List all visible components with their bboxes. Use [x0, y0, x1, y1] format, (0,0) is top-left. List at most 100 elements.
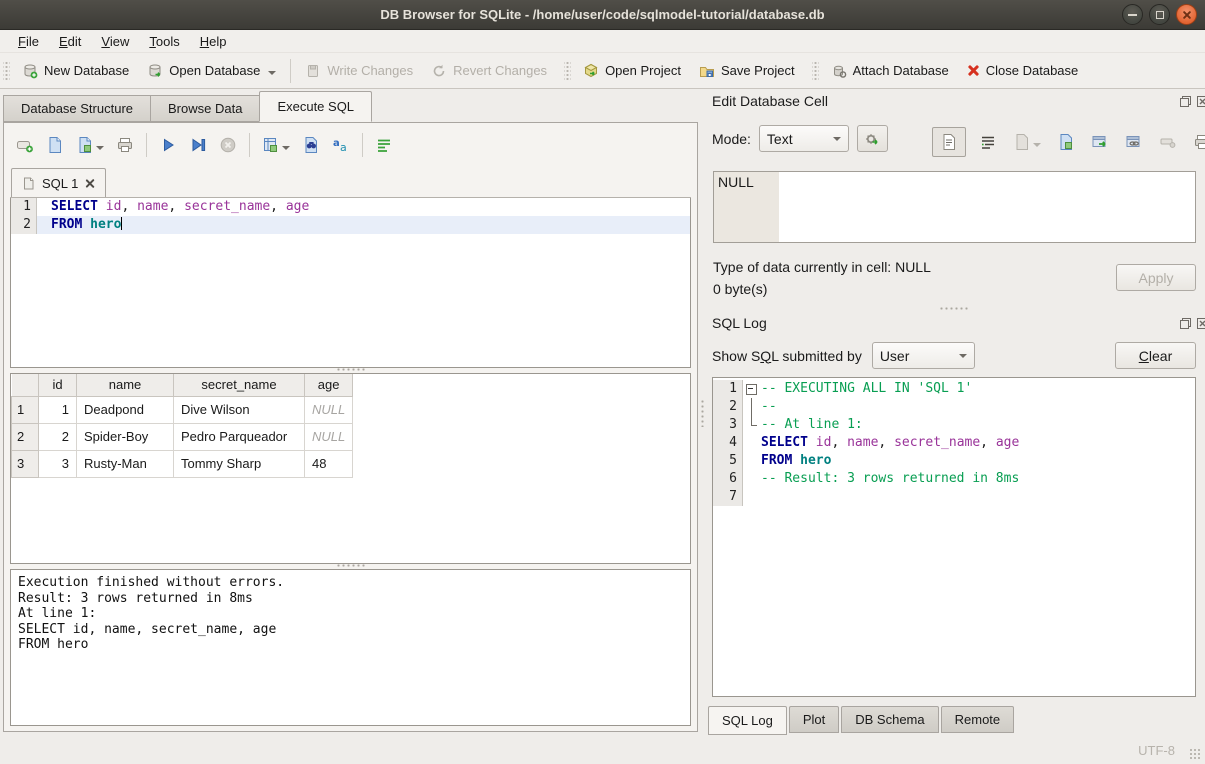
table-cell[interactable]: NULL	[305, 423, 353, 450]
save-project-label: Save Project	[721, 63, 795, 78]
save-project-button[interactable]: Save Project	[690, 58, 804, 84]
toolbar-grip[interactable]	[564, 60, 571, 82]
code-line[interactable]: 4SELECT id, name, secret_name, age	[713, 434, 1195, 452]
revert-changes-button[interactable]: Revert Changes	[422, 58, 556, 84]
menu-edit[interactable]: Edit	[50, 32, 90, 51]
save-sql-file-button[interactable]	[74, 134, 106, 156]
code-line[interactable]: 1SELECT id, name, secret_name, age	[11, 198, 690, 216]
column-header-age[interactable]: age	[305, 374, 353, 396]
row-header[interactable]: 2	[12, 423, 39, 450]
table-cell[interactable]: Rusty-Man	[77, 450, 174, 477]
open-project-button[interactable]: Open Project	[574, 58, 690, 84]
menu-file[interactable]: File	[9, 32, 48, 51]
mode-select[interactable]: Text	[759, 125, 849, 152]
resize-grip[interactable]	[1189, 748, 1202, 761]
code-line[interactable]: 1-- EXECUTING ALL IN 'SQL 1'	[713, 380, 1195, 398]
corner-header[interactable]	[12, 374, 39, 396]
word-wrap-button[interactable]	[373, 134, 395, 156]
sql-log-view[interactable]: 1-- EXECUTING ALL IN 'SQL 1'2--3-- At li…	[712, 377, 1196, 697]
sql-log-filter-select[interactable]: User	[872, 342, 975, 369]
close-panel-icon[interactable]	[1196, 95, 1205, 108]
sql-editor[interactable]: 1SELECT id, name, secret_name, age2FROM …	[10, 198, 691, 368]
execute-all-button[interactable]	[157, 134, 179, 156]
new-database-button[interactable]: New Database	[13, 58, 138, 84]
float-panel-icon[interactable]	[1179, 317, 1192, 330]
float-panel-icon[interactable]	[1179, 95, 1192, 108]
code-line[interactable]: 5FROM hero	[713, 452, 1195, 470]
write-changes-button[interactable]: Write Changes	[296, 58, 422, 84]
tab-sql-log[interactable]: SQL Log	[708, 706, 787, 735]
print-cell-button[interactable]	[1190, 130, 1205, 154]
code-line[interactable]: 2FROM hero	[11, 216, 690, 234]
print-button[interactable]	[114, 134, 136, 156]
open-external-button[interactable]	[1088, 130, 1112, 154]
close-database-button[interactable]: Close Database	[958, 58, 1088, 83]
new-sql-tab-button[interactable]	[14, 134, 36, 156]
open-database-button[interactable]: Open Database	[138, 58, 285, 84]
column-header-secret-name[interactable]: secret_name	[174, 374, 305, 396]
tab-plot[interactable]: Plot	[789, 706, 839, 733]
horizontal-splitter[interactable]	[712, 306, 1196, 311]
cell-value-editor[interactable]: NULL	[713, 171, 1196, 243]
horizontal-splitter[interactable]	[4, 563, 697, 568]
maximize-button[interactable]	[1149, 4, 1170, 25]
table-cell[interactable]: NULL	[305, 396, 353, 423]
chevron-down-icon[interactable]	[268, 71, 276, 75]
apply-button[interactable]: Apply	[1116, 264, 1196, 291]
table-cell[interactable]: Deadpond	[77, 396, 174, 423]
tab-db-schema[interactable]: DB Schema	[841, 706, 938, 733]
horizontal-splitter[interactable]	[4, 367, 697, 372]
export-cell-button[interactable]	[1054, 130, 1078, 154]
menu-help[interactable]: Help	[191, 32, 236, 51]
word-wrap-cell-button[interactable]	[976, 130, 1000, 154]
table-cell[interactable]: 48	[305, 450, 353, 477]
execution-message-area[interactable]: Execution finished without errors. Resul…	[10, 569, 691, 726]
format-sql-button[interactable]: aa	[330, 134, 352, 156]
table-cell[interactable]: Dive Wilson	[174, 396, 305, 423]
fold-marker[interactable]	[743, 380, 759, 398]
column-header-name[interactable]: name	[77, 374, 174, 396]
table-cell[interactable]: 1	[39, 396, 77, 423]
attach-database-button[interactable]: Attach Database	[822, 58, 958, 84]
execute-line-button[interactable]	[187, 134, 209, 156]
code-line[interactable]: 3-- At line 1:	[713, 416, 1195, 434]
find-button[interactable]	[300, 134, 322, 156]
row-header[interactable]: 3	[12, 450, 39, 477]
tab-remote[interactable]: Remote	[941, 706, 1015, 733]
minimize-button[interactable]	[1122, 4, 1143, 25]
table-cell[interactable]: 2	[39, 423, 77, 450]
auto-apply-button[interactable]	[857, 125, 888, 152]
import-cell-button[interactable]	[1010, 130, 1044, 154]
encoding-indicator[interactable]: UTF-8	[1138, 743, 1175, 758]
row-header[interactable]: 1	[12, 396, 39, 423]
open-sql-file-button[interactable]	[44, 134, 66, 156]
menu-tools[interactable]: Tools	[140, 32, 188, 51]
tab-browse-data[interactable]: Browse Data	[150, 95, 259, 122]
set-null-button[interactable]	[1156, 130, 1180, 154]
close-button[interactable]	[1176, 4, 1197, 25]
menu-view[interactable]: View	[92, 32, 138, 51]
text-mode-button[interactable]	[932, 127, 966, 157]
column-header-id[interactable]: id	[39, 374, 77, 396]
line-number: 3	[713, 416, 743, 434]
table-cell[interactable]: Spider-Boy	[77, 423, 174, 450]
table-cell[interactable]: Pedro Parqueador	[174, 423, 305, 450]
toolbar-grip[interactable]	[812, 60, 819, 82]
table-cell[interactable]: 3	[39, 450, 77, 477]
table-cell[interactable]: Tommy Sharp	[174, 450, 305, 477]
code-line[interactable]: 6-- Result: 3 rows returned in 8ms	[713, 470, 1195, 488]
close-sql-tab-icon[interactable]	[85, 178, 95, 188]
code-line[interactable]: 2--	[713, 398, 1195, 416]
titlebar[interactable]: DB Browser for SQLite - /home/user/code/…	[0, 0, 1205, 30]
tab-execute-sql[interactable]: Execute SQL	[259, 91, 372, 122]
toolbar-grip[interactable]	[3, 60, 10, 82]
tab-database-structure[interactable]: Database Structure	[3, 95, 150, 122]
stop-button[interactable]	[217, 134, 239, 156]
sql-file-tab[interactable]: SQL 1	[11, 168, 106, 198]
close-panel-icon[interactable]	[1196, 317, 1205, 330]
vertical-splitter[interactable]	[699, 90, 705, 735]
link-window-button[interactable]	[1122, 130, 1146, 154]
export-results-button[interactable]	[260, 134, 292, 156]
clear-log-button[interactable]: Clear	[1115, 342, 1196, 369]
code-line[interactable]: 7	[713, 488, 1195, 506]
